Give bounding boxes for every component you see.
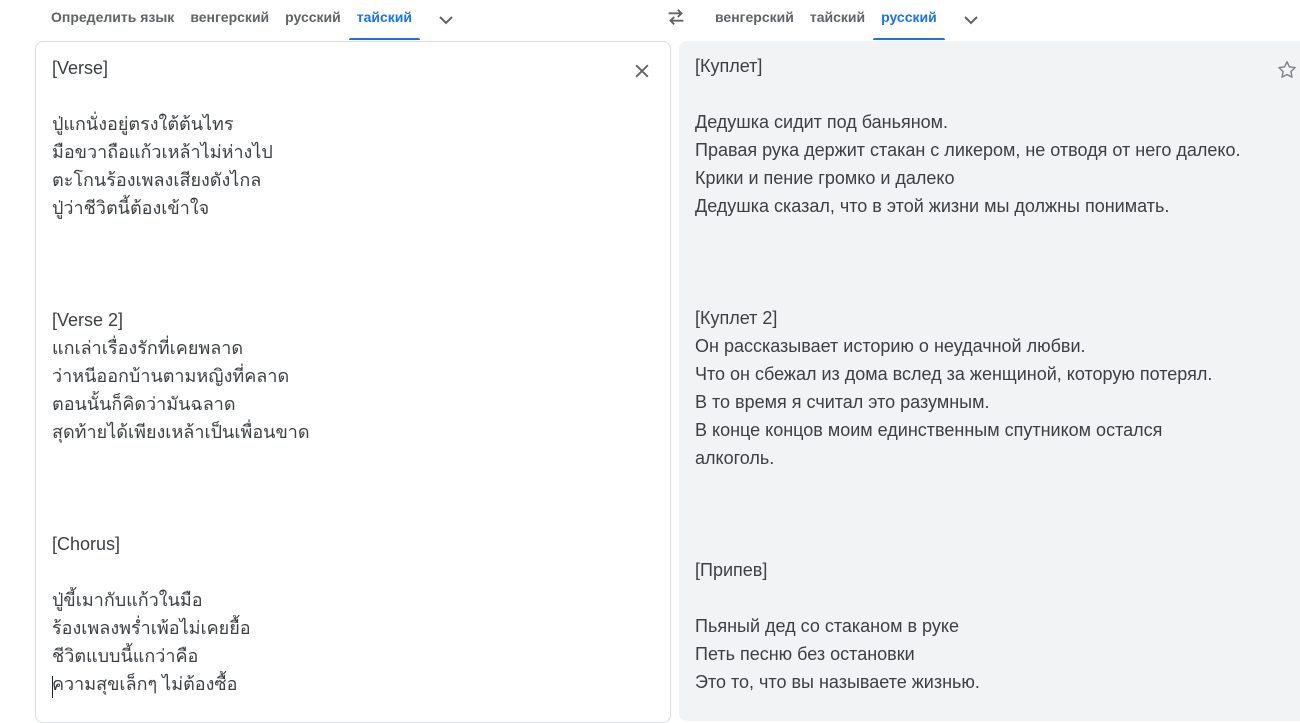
source-text-panel: [Verse] ปู่แกนั่งอยู่ตรงใต้ต้นไทร มือขวา… bbox=[35, 41, 671, 723]
tab-source-detect[interactable]: Определить язык bbox=[43, 0, 182, 40]
chevron-down-icon bbox=[964, 16, 978, 25]
translation-panel: [Куплет] Дедушка сидит под баньяном. Пра… bbox=[679, 41, 1300, 721]
tab-source-russian[interactable]: русский bbox=[277, 0, 349, 40]
tab-target-hungarian[interactable]: венгерский bbox=[707, 0, 802, 40]
tab-source-thai[interactable]: тайский bbox=[348, 0, 421, 40]
save-translation-button[interactable] bbox=[1273, 56, 1300, 84]
text-cursor bbox=[52, 676, 53, 698]
translation-output: [Куплет] Дедушка сидит под баньяном. Пра… bbox=[695, 56, 1241, 692]
star-icon bbox=[1278, 61, 1296, 78]
source-text-input[interactable]: [Verse] ปู่แกนั่งอยู่ตรงใต้ต้นไทร มือขวา… bbox=[52, 54, 310, 698]
target-language-tabs: венгерский тайский русский bbox=[707, 0, 991, 40]
swap-arrows-icon bbox=[668, 9, 684, 25]
language-bar: Определить язык венгерский русский тайск… bbox=[0, 0, 1300, 40]
close-icon bbox=[635, 64, 649, 78]
swap-languages-button[interactable] bbox=[660, 2, 692, 32]
source-more-languages-button[interactable] bbox=[426, 3, 466, 37]
target-more-languages-button[interactable] bbox=[951, 3, 991, 37]
tab-source-hungarian[interactable]: венгерский bbox=[182, 0, 277, 40]
tab-target-thai[interactable]: тайский bbox=[802, 0, 873, 40]
clear-source-button[interactable] bbox=[628, 57, 656, 85]
source-language-tabs: Определить язык венгерский русский тайск… bbox=[43, 0, 466, 40]
chevron-down-icon bbox=[439, 16, 453, 25]
tab-target-russian[interactable]: русский bbox=[873, 0, 945, 40]
